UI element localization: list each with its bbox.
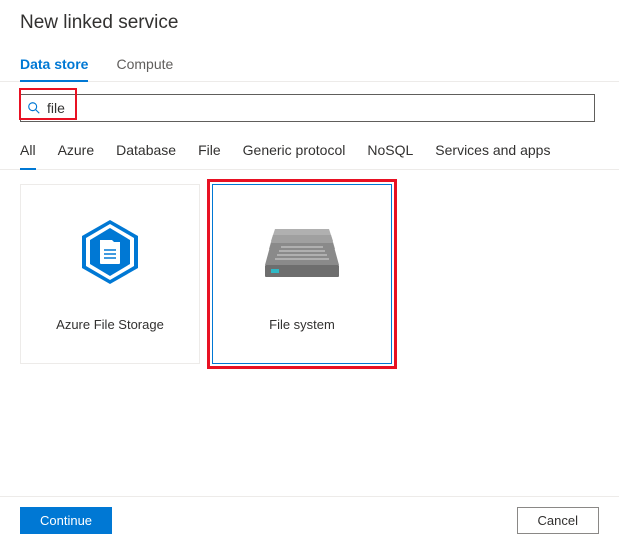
filter-tab-database[interactable]: Database [116,142,176,170]
filter-tab-nosql[interactable]: NoSQL [367,142,413,170]
card-file-system[interactable]: File system [212,184,392,364]
card-azure-file-storage[interactable]: Azure File Storage [20,184,200,364]
card-label: Azure File Storage [56,317,164,332]
search-box[interactable] [20,94,595,122]
filter-tab-all[interactable]: All [20,142,36,170]
search-input[interactable] [47,95,594,121]
header: New linked service [0,0,619,42]
footer: Continue Cancel [0,496,619,544]
filter-tab-file[interactable]: File [198,142,221,170]
search-icon [27,101,41,115]
filter-tabs: All Azure Database File Generic protocol… [0,128,619,170]
page-title: New linked service [20,12,599,34]
cancel-button[interactable]: Cancel [517,507,599,534]
azure-file-storage-icon [78,217,142,287]
connector-cards: Azure File Storage File system [0,170,619,378]
tab-compute[interactable]: Compute [116,56,173,82]
filter-tab-services-apps[interactable]: Services and apps [435,142,550,170]
card-label: File system [269,317,335,332]
tab-data-store[interactable]: Data store [20,56,88,82]
search-container [0,82,619,128]
main-tabs: Data store Compute [0,42,619,82]
continue-button[interactable]: Continue [20,507,112,534]
filter-tab-generic-protocol[interactable]: Generic protocol [243,142,346,170]
file-system-icon [263,217,341,287]
filter-tab-azure[interactable]: Azure [58,142,95,170]
